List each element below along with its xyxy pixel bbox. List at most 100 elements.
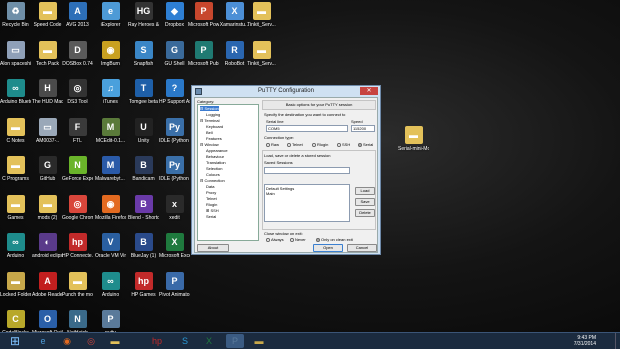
category-tree[interactable]: ⊟ Session Logging ⊟ Terminal Keyboard Bell Fe… (197, 104, 259, 241)
desktop-icon[interactable]: ▬ Serial-mini-Mostpack (398, 126, 429, 164)
desktop-icon[interactable]: hp HP Connecte... (62, 233, 93, 271)
desktop-icon[interactable]: ◎Google Chrome (62, 194, 93, 233)
desktop-icon[interactable]: ▬Punch the monkey (62, 271, 93, 310)
tree-item[interactable]: Keyboard (206, 124, 223, 129)
desktop-icon[interactable]: P Microsoft PowerPoi... (188, 2, 219, 40)
connection-type-radio[interactable]: SSH (337, 142, 350, 147)
speed-input[interactable]: 115200 (351, 125, 375, 132)
desktop-icon[interactable]: X Microsoft Excel 2010 (159, 233, 190, 271)
tree-item[interactable]: Colours (206, 172, 220, 177)
sessions-list[interactable]: Default Settings Main (264, 184, 350, 222)
saved-sessions-input[interactable] (264, 167, 350, 174)
desktop-icon[interactable]: ▬ C Notes (0, 117, 31, 156)
desktop-icon[interactable]: ∞ Arduino Bluetooth... (0, 79, 31, 117)
desktop-icon[interactable]: e iExplorer (95, 2, 126, 40)
cancel-button[interactable]: Cancel (347, 244, 377, 252)
close-exit-radio[interactable]: Only on clean exit (316, 237, 353, 242)
desktop-icon[interactable]: G GitHub (32, 156, 63, 194)
about-button[interactable]: About (197, 244, 229, 252)
connection-type-radio[interactable]: Serial (358, 142, 373, 147)
open-button[interactable]: Open (313, 244, 343, 252)
connection-type-radio[interactable]: Rlogin (312, 142, 328, 147)
close-exit-radio[interactable]: Always (266, 237, 284, 242)
session-item[interactable]: Main (266, 191, 275, 196)
desktop-icon[interactable]: PyIDLE (Python GUI) 2.7 (159, 117, 190, 156)
desktop-icon[interactable]: G GU Shell (159, 40, 190, 79)
desktop-icon[interactable]: ▬ mods (2) (32, 194, 63, 233)
desktop-icon[interactable]: ◆ Dropbox (159, 2, 190, 40)
explorer-icon[interactable]: ▬ (106, 334, 124, 348)
tree-item[interactable]: Bell (206, 130, 213, 135)
tree-item[interactable]: ⊟ Session (200, 106, 219, 111)
folder-icon[interactable]: ▬ (250, 334, 268, 348)
connection-type-radio[interactable]: Raw (266, 142, 279, 147)
desktop-icon[interactable]: D DOSBox 0.74 (62, 40, 93, 79)
desktop-icon[interactable]: x xedit (159, 194, 190, 233)
desktop-icon[interactable]: ▬ Tinkit_Serv... (246, 40, 277, 79)
start-button[interactable]: ⊞ (3, 334, 27, 348)
ie-icon[interactable]: e (34, 334, 52, 348)
desktop-icon[interactable]: ▭Alon spaceship... (0, 40, 31, 79)
title-bar[interactable]: PuTTY Configuration ✕ (192, 86, 380, 97)
putty-icon[interactable]: P (226, 334, 244, 348)
desktop-icon[interactable]: M MCEdit-0.1... (95, 117, 126, 156)
desktop-icon[interactable]: U Unity (128, 117, 159, 156)
tree-item[interactable]: ⊟ Window (200, 142, 219, 147)
hp-icon[interactable]: hp (148, 334, 166, 348)
desktop-icon[interactable]: ♻ Recycle Bin (0, 2, 31, 40)
tree-item[interactable]: ⊟ Connection (200, 178, 225, 183)
system-tray[interactable]: 9:43 PM 7/31/2014 (574, 335, 596, 347)
desktop-icon[interactable]: ∞ Arduino (95, 271, 126, 310)
desktop-icon[interactable]: ▬ C Programs (0, 156, 31, 194)
tree-item[interactable]: Selection (206, 166, 222, 171)
desktop-icon[interactable]: V Oracle VM VirtualBox (95, 233, 126, 271)
desktop-icon[interactable]: T Tomgee beta (128, 79, 159, 117)
desktop-icon[interactable]: ▭ AM0037-.. (32, 117, 63, 156)
desktop-icon[interactable]: ? HP Support Assistant (159, 79, 190, 117)
desktop-icon[interactable]: B Bandicam (128, 156, 159, 194)
desktop-icon[interactable]: A AVG 2013 (62, 2, 93, 40)
desktop-icon[interactable]: S Snapfish (128, 40, 159, 79)
desktop-icon[interactable]: BBlend - Shortcut (128, 194, 159, 233)
putty-config-window[interactable]: PuTTY Configuration ✕ Category: ⊟ Sessio… (191, 85, 381, 255)
tree-item[interactable]: Telnet (206, 196, 217, 201)
save-button[interactable]: Save (355, 198, 375, 206)
show-desktop-button[interactable] (615, 333, 620, 349)
desktop-icon[interactable]: ▬ Tinkit_Serv... (246, 2, 277, 40)
desktop-icon[interactable]: ▬ Speed Code (32, 2, 63, 40)
desktop-icon[interactable]: hp HP Games (128, 271, 159, 310)
close-exit-radio[interactable]: Never (290, 237, 306, 242)
tree-item[interactable]: ⊞ SSH (206, 208, 219, 213)
connection-type-radio[interactable]: Telnet (287, 142, 303, 147)
desktop-icon[interactable]: ∞ Arduino (0, 233, 31, 271)
tree-item[interactable]: Data (206, 184, 214, 189)
tree-item[interactable]: Appearance (206, 148, 228, 153)
excel-icon[interactable]: X (200, 334, 218, 348)
serial-line-input[interactable]: COM5 (266, 125, 348, 132)
desktop-icon[interactable]: ◎ DS3 Tool (62, 79, 93, 117)
desktop-icon[interactable]: HG Ray Heroes & Generals (128, 2, 159, 40)
tree-item[interactable]: Rlogin (206, 202, 217, 207)
desktop-icon[interactable]: P Pivot Animator (159, 271, 190, 310)
close-button[interactable]: ✕ (360, 87, 378, 95)
delete-button[interactable]: Delete (355, 209, 375, 217)
chrome-icon[interactable]: ◎ (82, 334, 100, 348)
tree-item[interactable]: Behaviour (206, 154, 224, 159)
tree-item[interactable]: Translation (206, 160, 226, 165)
tree-item[interactable]: ⊟ Terminal (200, 118, 220, 123)
desktop-icon[interactable]: ♫ iTunes (95, 79, 126, 117)
firefox-icon[interactable]: ◉ (58, 334, 76, 348)
skype-icon[interactable]: S (176, 334, 194, 348)
desktop-icon[interactable]: N GeForce Experience (62, 156, 93, 194)
desktop-icon[interactable]: ◉ Mozilla Firefox (95, 194, 126, 233)
desktop-icon[interactable]: F FTL (62, 117, 93, 156)
desktop-icon[interactable]: H The HUD Mackintosh... (32, 79, 63, 117)
desktop-icon[interactable]: ▬ Tech Pack (32, 40, 63, 79)
tree-item[interactable]: Serial (206, 214, 216, 219)
tree-item[interactable]: Features (206, 136, 222, 141)
desktop-icon[interactable]: ▬ Games (0, 194, 31, 233)
load-button[interactable]: Load (355, 187, 375, 195)
desktop-icon[interactable]: ◐ android eclipse (32, 233, 63, 271)
desktop-icon[interactable]: M Malwarebyt... Anti-Malware (95, 156, 126, 194)
tree-item[interactable]: Proxy (206, 190, 216, 195)
